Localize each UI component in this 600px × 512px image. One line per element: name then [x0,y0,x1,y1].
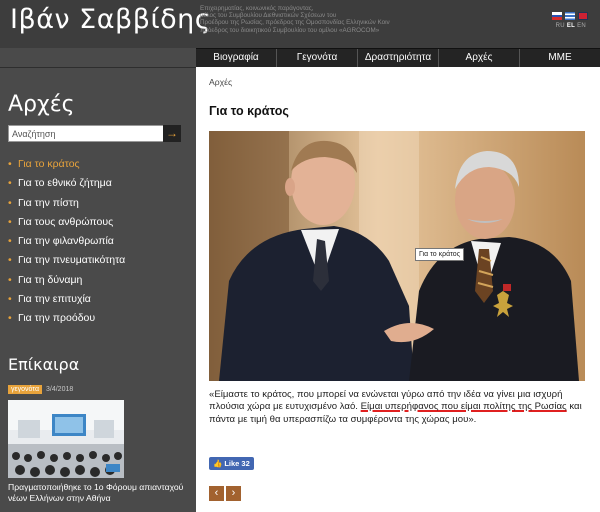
nav-biography[interactable]: Βιογραφία [196,49,276,67]
menu-item-faith[interactable]: • Για την πίστη [8,194,125,213]
nav-activity[interactable]: Δραστηριότητα [357,49,438,67]
principle-photo [209,131,585,381]
menu-item-label: Για το κράτος [18,158,80,170]
menu-item-label: Για τη δύναμη [18,273,83,286]
nav-principles[interactable]: Αρχές [438,49,519,67]
quote-highlight: Είμαι υπερήφανος που είμαι πολίτης της Ρ… [360,401,567,413]
greek-flag-icon[interactable] [565,12,575,20]
news-thumbnail[interactable] [8,400,124,478]
language-switcher: RU EL EN [556,23,586,29]
sidebar-divider [0,67,196,68]
bullet-icon: • [8,177,12,190]
bullet-icon: • [8,273,12,286]
news-section-title: Επίκαιρα [8,355,80,374]
menu-item-power[interactable]: • Για τη δύναμη [8,271,125,290]
language-el[interactable]: EL [567,23,575,29]
bullet-icon: • [8,254,12,267]
menu-item-label: Για την προόδου [18,312,96,325]
menu-item-philanthropy[interactable]: • Για την φιλανθρωπία [8,232,125,251]
language-flags [552,12,588,21]
main-navigation: Βιογραφία Γεγονότα Δραστηριότητα Αρχές Μ… [196,48,600,67]
tagline-line: μέλος του Συμβουλίου Διεθνιστικών Σχέσεω… [200,12,337,20]
menu-item-people[interactable]: • Για τους ανθρώπους [8,213,125,232]
menu-item-label: Για την πίστη [18,196,79,209]
news-caption[interactable]: Πραγματοποιήθηκε το 1ο Φόρουμ απιανταχού… [8,482,194,503]
thumbs-up-icon: 👍 [213,459,223,468]
russian-flag-icon[interactable] [552,12,562,21]
site-tagline: Επιχειρηματίας, κοινωνικός παράγοντας, μ… [200,5,390,34]
site-title[interactable]: Ιβάν Σαββίδης [10,4,211,35]
menu-item-label: Για την πνευματικότητα [18,254,126,267]
menu-item-spirituality[interactable]: • Για την πνευματικότητα [8,251,125,270]
bullet-icon: • [8,235,12,248]
handshake-photo [209,131,585,381]
search-input[interactable] [8,125,164,142]
tagline-line: Επιχειρηματίας, κοινωνικός παράγοντας, [200,5,314,12]
bullet-icon: • [8,196,12,209]
nav-media[interactable]: ΜΜΕ [519,49,600,67]
menu-item-label: Για την φιλανθρωπία [18,235,114,248]
principle-quote: «Είμαστε το κράτος, που μπορεί να ενώνετ… [209,389,589,426]
facebook-like-button[interactable]: 👍 Like 32 [209,457,254,470]
bullet-icon: • [8,158,12,170]
tagline-line: πρόεδρος του διοικητικού Συμβουλίου του … [200,26,380,34]
bullet-icon: • [8,215,12,228]
principles-menu: • Για το κράτος • Για το εθνικό ζήτημα • Γι… [8,155,125,329]
bullet-icon: • [8,312,12,325]
menu-item-state[interactable]: • Για το κράτος [8,155,125,174]
conference-photo [8,400,124,478]
english-flag-icon[interactable] [578,12,588,20]
menu-item-label: Για το εθνικό ζήτημα [18,177,112,190]
search-arrow-icon[interactable]: → [163,125,181,142]
menu-item-success[interactable]: • Για την επιτυχία [8,290,125,309]
sidebar-title: Αρχές [8,92,75,117]
page-title: Για το κράτος [209,104,289,118]
news-date: 3/4/2018 [46,386,74,393]
menu-item-label: Για την επιτυχία [18,293,91,306]
previous-button[interactable]: ‹ [209,486,224,501]
bullet-icon: • [8,293,12,306]
site-header: Ιβάν Σαββίδης Επιχειρηματίας, κοινωνικός… [0,0,600,48]
language-ru[interactable]: RU [556,23,565,29]
next-button[interactable]: › [226,486,241,501]
breadcrumb[interactable]: Αρχές [209,77,232,87]
language-en[interactable]: EN [577,23,586,29]
like-count: Like 32 [224,459,250,468]
menu-item-national-issue[interactable]: • Για το εθνικό ζήτημα [8,174,125,193]
nav-events[interactable]: Γεγονότα [276,49,357,67]
menu-item-label: Για τους ανθρώπους [18,215,114,228]
menu-item-progress[interactable]: • Για την προόδου [8,309,125,328]
news-category-badge[interactable]: γεγονότα [8,385,43,394]
tagline-line: Προέδρου της Ρωσίας, πρόεδρος της Ομοσπο… [200,19,390,27]
photo-tooltip: Για το κράτος [415,248,465,261]
